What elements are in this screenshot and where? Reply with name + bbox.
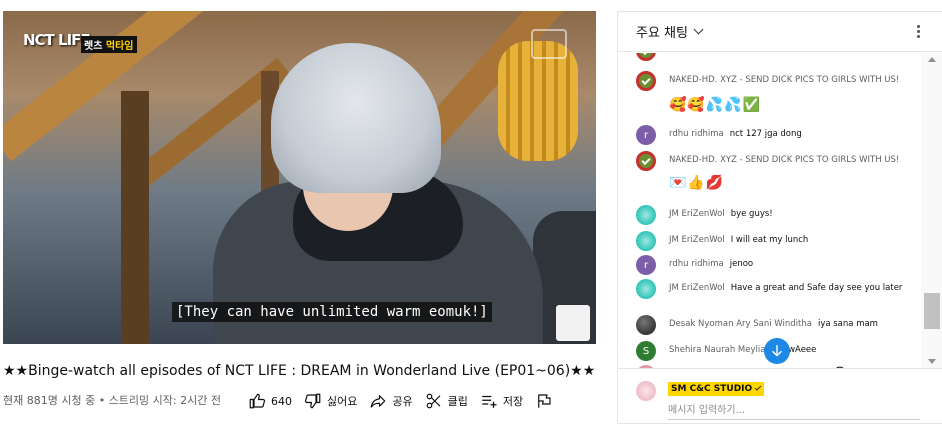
chat-message-body: Desak Nyoman Ary Sani Winditha iya sana m… (669, 318, 919, 331)
avatar[interactable]: S (636, 341, 656, 361)
chat-text: nct 127 jga dong (729, 129, 802, 139)
chat-text: Have a great and Safe day see you later (730, 283, 903, 293)
avatar[interactable] (636, 231, 656, 251)
save-playlist-icon (482, 395, 497, 408)
clip-label: 클립 (447, 395, 468, 408)
avatar[interactable]: r (636, 255, 656, 275)
show-logo: NCT LIFE (23, 31, 91, 49)
chat-mode-label[interactable]: 주요 채팅 (636, 22, 688, 41)
video-person-hair (271, 43, 441, 193)
chevron-down-icon[interactable] (693, 24, 704, 35)
chat-text: jenoo (729, 259, 754, 269)
page: NCT LIFE 렛츠 먹타임 [They can have unlimited… (0, 0, 942, 424)
scroll-thumb[interactable] (924, 293, 940, 329)
avatar[interactable] (636, 279, 656, 299)
action-bar: 640 싫어요 공유 클립 저장 (248, 388, 553, 414)
scroll-down-arrow[interactable] (928, 359, 936, 364)
broadcaster-logo (531, 29, 567, 59)
show-tag-prefix: 렛츠 (84, 41, 106, 52)
chat-message-body: NAKED-HD. XYZ - SEND DICK PICS TO GIRLS … (669, 154, 919, 167)
video-player[interactable]: NCT LIFE 렛츠 먹타임 [They can have unlimited… (3, 11, 596, 344)
chat-emojis: 🥰🥰💦💦✅ (669, 97, 762, 113)
chat-emojis: 💌👍💋 (669, 175, 725, 191)
avatar (636, 381, 656, 401)
chat-author[interactable]: JM EriZenWol (669, 209, 725, 219)
chat-author[interactable]: Desak Nyoman Ary Sani Winditha (669, 319, 812, 329)
verified-check-icon (754, 384, 762, 391)
save-label: 저장 (502, 395, 524, 408)
clip-icon (426, 393, 441, 409)
chat-message-list: 💌💋💗💗✅👍NAKED-HD. XYZ - SEND DICK PICS TO … (618, 53, 920, 368)
chat-message-body: JM EriZenWol bye guys! (669, 208, 919, 221)
chat-message-body: JM EriZenWol Have a great and Safe day se… (669, 282, 919, 295)
live-chat-panel: 주요 채팅 💌💋💗💗✅👍NAKED-HD. XYZ - SEND DICK PI… (617, 11, 942, 424)
chat-text: NAKED-HD. XYZ - SEND DICK PICS TO GIRLS … (669, 75, 900, 85)
dislike-icon (304, 393, 321, 409)
avatar-letter: S (642, 345, 650, 357)
dislike-label: 싫어요 (327, 395, 358, 408)
share-button[interactable]: 공유 (369, 389, 413, 413)
avatar-letter: r (643, 259, 649, 271)
chat-message-input[interactable] (668, 401, 920, 420)
avatar[interactable] (636, 53, 656, 61)
chat-message-body: rdhu ridhima nct 127 jga dong (669, 128, 919, 141)
chat-author[interactable]: rdhu ridhima (669, 129, 724, 139)
composer-user-badge: SM C&C STUDIO (668, 382, 765, 396)
chat-text: iya sana mam (817, 319, 878, 329)
chat-scrollbar[interactable] (921, 53, 942, 368)
avatar[interactable]: r (636, 125, 656, 145)
dislike-button[interactable]: 싫어요 (304, 389, 357, 413)
chat-message-body: rdhu ridhima jenoo (669, 258, 919, 271)
video-subtitle: [They can have unlimited warm eomuk!] (172, 302, 492, 322)
channel-watermark (556, 305, 590, 341)
composer-user-name: SM C&C STUDIO (671, 384, 753, 394)
save-button[interactable]: 저장 (480, 389, 523, 413)
flag-icon (538, 394, 551, 408)
video-scene-corn (498, 41, 578, 161)
avatar[interactable] (636, 205, 656, 225)
show-tag-highlight: 먹타임 (105, 41, 134, 52)
scroll-up-arrow[interactable] (928, 57, 936, 62)
report-button[interactable] (535, 389, 553, 413)
avatar[interactable] (636, 71, 656, 91)
video-title: ★★Binge-watch all episodes of NCT LIFE :… (3, 363, 596, 379)
chat-message-body: JM EriZenWol I will eat my lunch (669, 234, 919, 247)
video-meta: 현재 881명 시청 중 • 스트리밍 시작: 2시간 전 (3, 394, 221, 407)
avatar[interactable] (636, 151, 656, 171)
avatar-letter: r (643, 129, 649, 141)
like-button[interactable]: 640 (248, 389, 292, 413)
share-label: 공유 (392, 395, 413, 408)
arrow-down-icon (772, 345, 782, 357)
chat-text: bye guys! (730, 209, 773, 219)
share-icon (371, 395, 386, 408)
jump-to-latest-button[interactable] (764, 338, 790, 364)
chat-composer: SM C&C STUDIO (618, 368, 942, 423)
chat-text: I will eat my lunch (730, 235, 809, 245)
chat-text: wAeee (788, 345, 817, 355)
chat-author[interactable]: JM EriZenWol (669, 283, 725, 293)
clip-button[interactable]: 클립 (425, 389, 468, 413)
avatar[interactable] (636, 315, 656, 335)
chat-message-body: Shehira Naurah Meyliandri wAeee (669, 344, 919, 357)
like-count: 640 (271, 394, 292, 408)
chat-message-body: NAKED-HD. XYZ - SEND DICK PICS TO GIRLS … (669, 74, 919, 87)
chat-author[interactable]: rdhu ridhima (669, 259, 724, 269)
show-tag: 렛츠 먹타임 (81, 36, 137, 53)
like-icon (249, 393, 266, 409)
chat-text: NAKED-HD. XYZ - SEND DICK PICS TO GIRLS … (669, 155, 900, 165)
chat-header: 주요 채팅 (618, 12, 942, 52)
chat-author[interactable]: JM EriZenWol (669, 235, 725, 245)
video-scene-post (121, 91, 149, 344)
more-vert-icon[interactable] (917, 25, 921, 39)
